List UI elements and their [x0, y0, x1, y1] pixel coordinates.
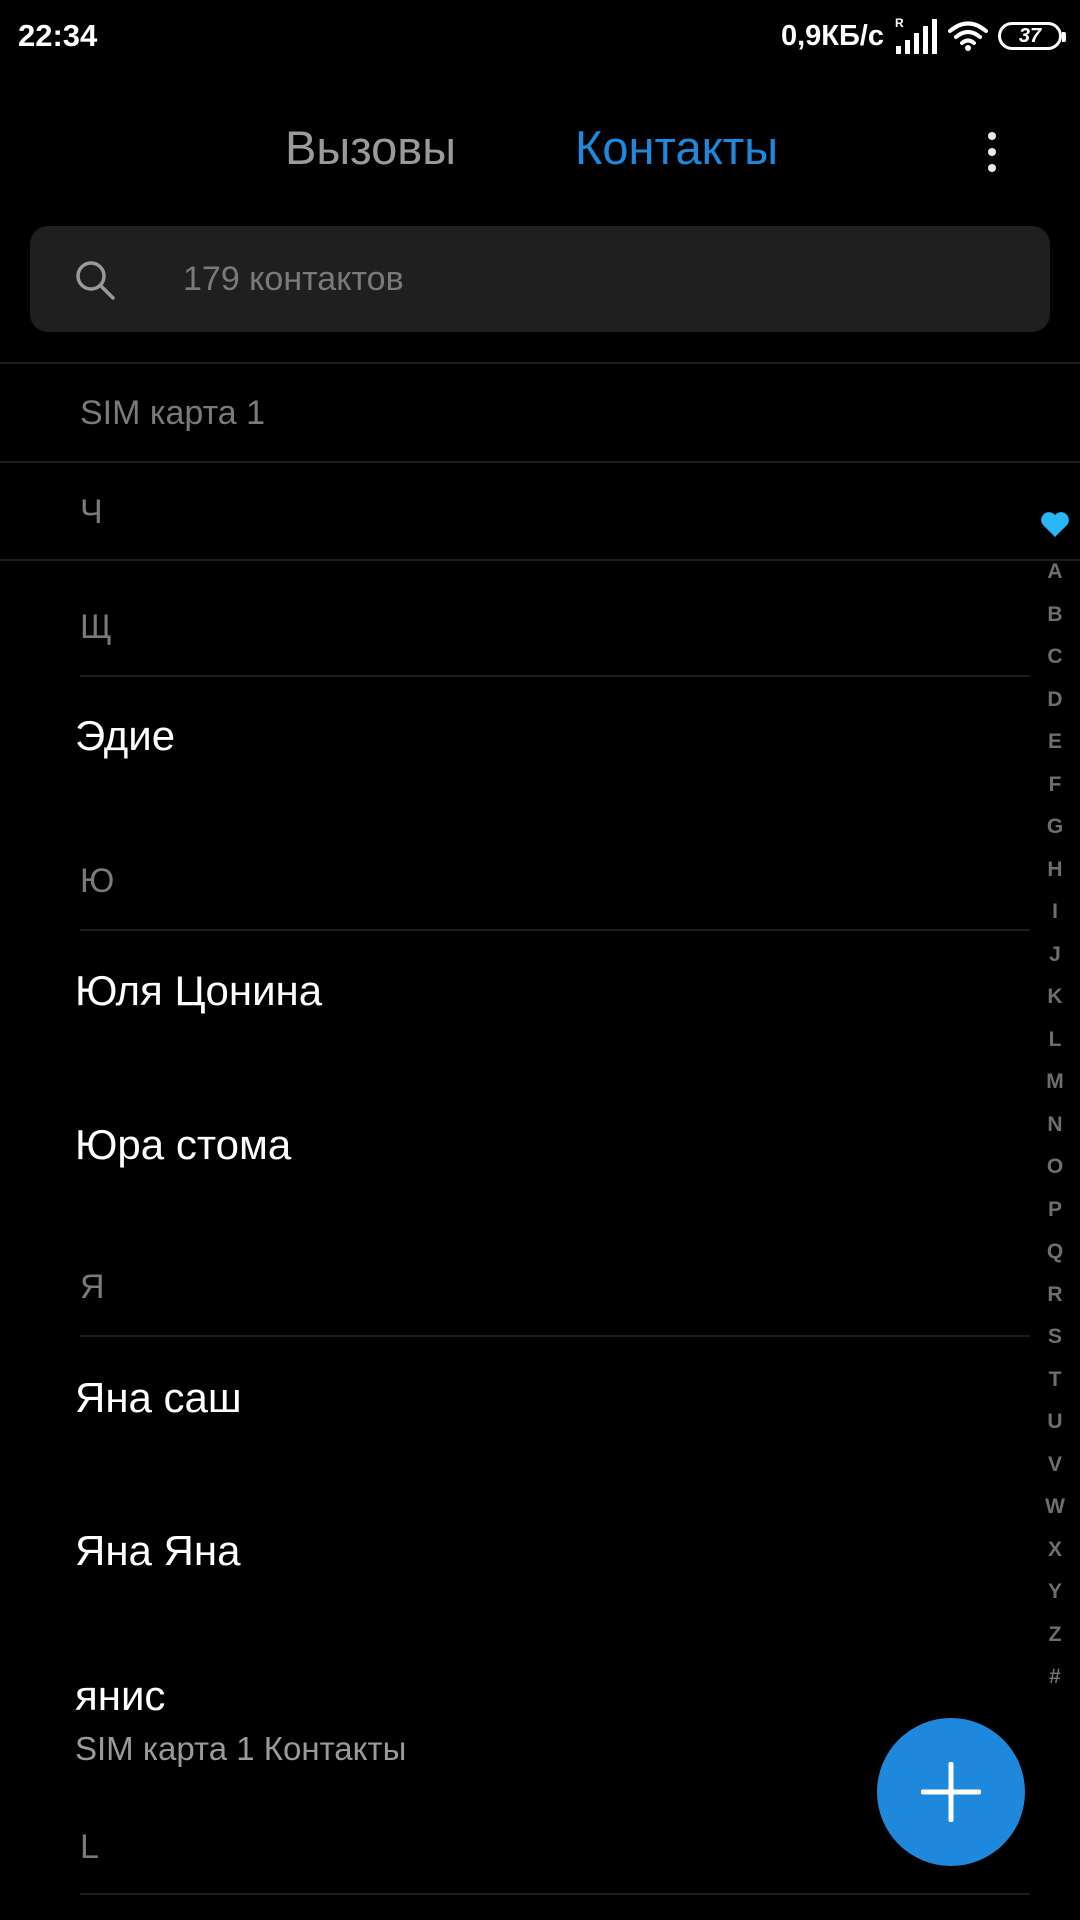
contact-name: янис [75, 1672, 166, 1719]
section-letter-shch: Щ [80, 608, 112, 646]
alpha-index-letter[interactable]: Q [1038, 1240, 1072, 1264]
account-header-label: SIM карта 1 [80, 394, 266, 432]
alpha-index-letter[interactable]: O [1038, 1155, 1072, 1179]
contact-item[interactable]: Эдие [0, 690, 1030, 840]
section-divider [80, 1893, 1030, 1895]
contacts-screen: 22:34 0,9КБ/с R 37 Вызовы Контакты 179 к… [0, 0, 1080, 1920]
section-letter-ya: Я [80, 1268, 105, 1306]
contact-item[interactable]: Юра стома [0, 1096, 1030, 1246]
wifi-icon [948, 21, 988, 51]
network-speed: 0,9КБ/с [780, 19, 884, 52]
section-divider [80, 675, 1030, 677]
alpha-index-letter[interactable]: R [1038, 1283, 1072, 1307]
alpha-index-letter[interactable]: H [1038, 858, 1072, 882]
alpha-index-letter[interactable]: A [1038, 560, 1072, 584]
alpha-index-letter[interactable]: D [1038, 688, 1072, 712]
heart-icon[interactable] [1040, 510, 1070, 538]
status-bar: 22:34 0,9КБ/с R 37 [0, 0, 1080, 72]
battery-level: 37 [1018, 25, 1042, 47]
tab-calls[interactable]: Вызовы [285, 120, 456, 175]
tab-contacts[interactable]: Контакты [575, 120, 778, 175]
add-contact-button[interactable] [877, 1718, 1025, 1866]
svg-text:R: R [895, 16, 904, 30]
alpha-index-letter[interactable]: Z [1038, 1623, 1072, 1647]
account-header: SIM карта 1 [0, 362, 1080, 460]
alpha-index-letter[interactable]: M [1038, 1070, 1072, 1094]
alpha-index-letter[interactable]: V [1038, 1453, 1072, 1477]
contact-name: Юля Цонина [75, 967, 323, 1014]
alpha-index-letter[interactable]: L [1038, 1028, 1072, 1052]
search-input[interactable]: 179 контактов [30, 226, 1050, 332]
status-icons: 0,9КБ/с R 37 [780, 14, 1066, 58]
contact-item[interactable]: Яна Яна [0, 1502, 1030, 1652]
alpha-index-letter[interactable]: W [1038, 1495, 1072, 1519]
search-icon [76, 261, 115, 300]
section-letter-l: L [80, 1828, 99, 1866]
alpha-index-letter[interactable]: K [1038, 985, 1072, 1009]
more-options-button[interactable] [972, 122, 1012, 182]
contact-item[interactable]: янис SIM карта 1 Контакты [0, 1652, 1030, 1802]
section-header-current: Ч [0, 461, 1080, 561]
alpha-index-letter[interactable]: P [1038, 1198, 1072, 1222]
contact-name: Яна саш [75, 1374, 242, 1421]
status-time: 22:34 [18, 18, 98, 53]
section-letter-yu: Ю [80, 862, 115, 900]
alpha-index-letter[interactable]: S [1038, 1325, 1072, 1349]
battery-icon: 37 [998, 22, 1066, 50]
contact-name: Эдие [75, 712, 176, 759]
alpha-index-letter[interactable]: B [1038, 603, 1072, 627]
alpha-index-letter[interactable]: J [1038, 943, 1072, 967]
alpha-index-letter[interactable]: G [1038, 815, 1072, 839]
alpha-index-letter[interactable]: I [1038, 900, 1072, 924]
alpha-index-letter[interactable]: F [1038, 773, 1072, 797]
section-divider [80, 929, 1030, 931]
alpha-index-letter[interactable]: T [1038, 1368, 1072, 1392]
tab-bar: Вызовы Контакты [0, 100, 1080, 204]
more-vertical-icon [988, 132, 996, 140]
alpha-index-letter[interactable]: X [1038, 1538, 1072, 1562]
section-header-letter: Ч [80, 493, 103, 531]
alpha-index-letter[interactable]: N [1038, 1113, 1072, 1137]
alpha-index-letter[interactable]: # [1038, 1665, 1072, 1689]
alpha-index-letter[interactable]: U [1038, 1410, 1072, 1434]
contact-account: SIM карта 1 Контакты [75, 1730, 407, 1767]
alpha-index-letter[interactable]: Y [1038, 1580, 1072, 1604]
plus-icon [921, 1762, 981, 1822]
search-placeholder: 179 контактов [183, 260, 404, 298]
alpha-index-letter[interactable]: C [1038, 645, 1072, 669]
cell-signal-icon: R [895, 16, 937, 54]
contact-item[interactable]: Яна саш [0, 1349, 1030, 1499]
section-divider [80, 1335, 1030, 1337]
contact-name: Юра стома [75, 1121, 292, 1168]
alpha-index-letter[interactable]: E [1038, 730, 1072, 754]
contact-item[interactable]: Юля Цонина [0, 942, 1030, 1092]
contact-name: Яна Яна [75, 1527, 241, 1574]
